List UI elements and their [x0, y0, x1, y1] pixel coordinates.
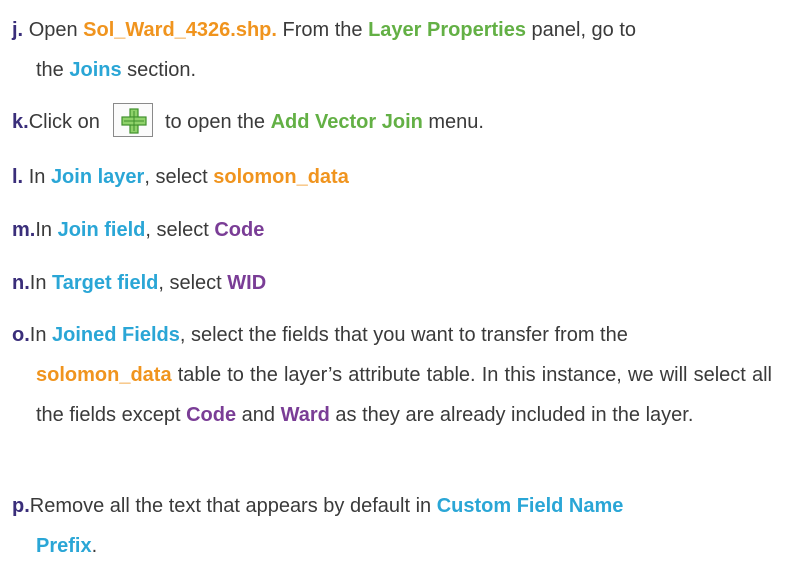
step-text: In — [29, 272, 53, 294]
step-text: as they are already included in the laye… — [329, 404, 694, 426]
step-text: . — [91, 535, 98, 557]
selected-value: solomon_data — [213, 166, 349, 188]
step-text: , select — [144, 166, 214, 188]
step-l: l. In Join layer, select solomon_data — [12, 157, 772, 197]
excluded-field: Ward — [280, 404, 330, 426]
step-marker: p. — [12, 495, 30, 517]
field-name: Join field — [57, 219, 146, 241]
step-text: and — [236, 404, 281, 426]
step-marker: o. — [12, 324, 30, 346]
step-text: section. — [121, 59, 197, 81]
step-text: , select the fields that you want to tra… — [179, 324, 628, 346]
field-name: Prefix — [36, 535, 92, 557]
excluded-field: Code — [186, 404, 237, 426]
step-text: , select — [145, 219, 215, 241]
menu-name: Add Vector Join — [270, 111, 423, 133]
file-name: Sol_Ward_4326.shp. — [83, 19, 277, 41]
step-o: o.In Joined Fields, select the fields th… — [12, 315, 772, 435]
step-marker: k. — [12, 111, 29, 133]
step-text: Click on — [28, 111, 106, 133]
table-name: solomon_data — [36, 364, 172, 386]
panel-name: Layer Properties — [368, 19, 526, 41]
step-marker: j. — [12, 19, 24, 41]
step-text: to open the — [159, 111, 271, 133]
step-text: In — [35, 219, 58, 241]
step-text: In — [29, 324, 53, 346]
step-p: p.Remove all the text that appears by de… — [12, 486, 772, 566]
step-marker: m. — [12, 219, 36, 241]
step-n: n.In Target field, select WID — [12, 263, 772, 303]
plus-icon — [121, 108, 147, 134]
step-text: Open — [28, 19, 84, 41]
step-marker: n. — [12, 272, 30, 294]
step-text: menu. — [422, 111, 484, 133]
step-text: , select — [158, 272, 228, 294]
field-name: Joined Fields — [52, 324, 180, 346]
field-name: Join layer — [50, 166, 145, 188]
step-text: panel, go to — [525, 19, 637, 41]
step-text: In — [28, 166, 51, 188]
instruction-page: j. Open Sol_Ward_4326.shp. From the Laye… — [0, 0, 800, 574]
step-k: k.Click on to open the Add Vector Join m… — [12, 102, 772, 142]
add-join-icon — [113, 102, 154, 137]
step-text: the — [36, 59, 70, 81]
step-j: j. Open Sol_Ward_4326.shp. From the Laye… — [12, 10, 772, 90]
step-text: Remove all the text that appears by defa… — [29, 495, 437, 517]
field-name: Custom Field Name — [436, 495, 624, 517]
selected-value: WID — [227, 272, 267, 294]
section-name: Joins — [69, 59, 122, 81]
step-m: m.In Join field, select Code — [12, 210, 772, 250]
field-name: Target field — [52, 272, 159, 294]
step-text: From the — [276, 19, 369, 41]
selected-value: Code — [214, 219, 265, 241]
step-marker: l. — [12, 166, 24, 188]
